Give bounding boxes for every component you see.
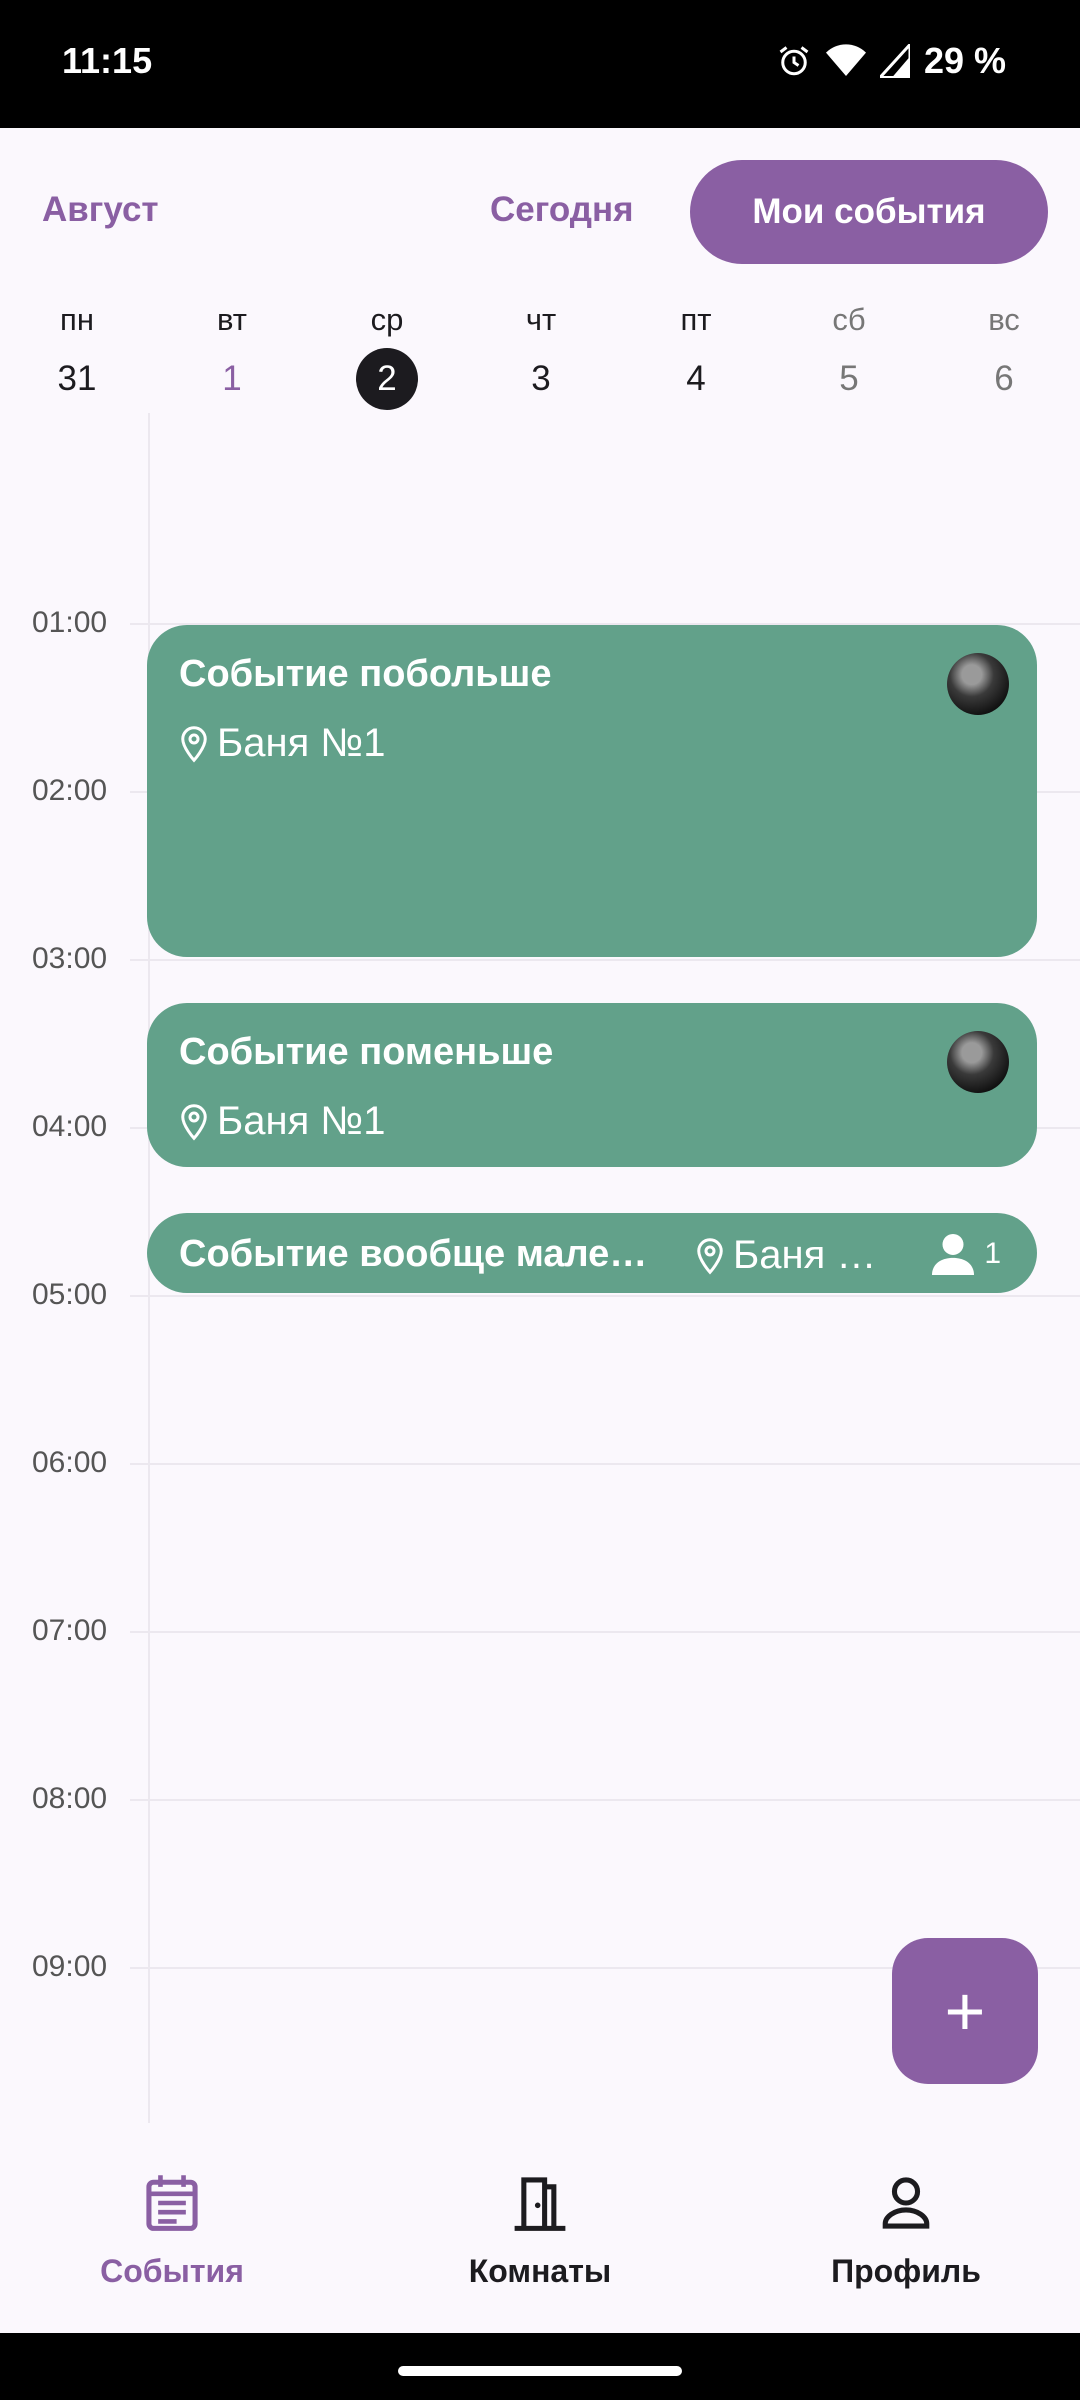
- day-cell[interactable]: вс 6: [944, 298, 1064, 410]
- nav-label: Комнаты: [468, 2253, 612, 2289]
- hour-label: 07:00: [32, 1614, 108, 1647]
- nav-label: События: [100, 2253, 244, 2289]
- day-number: 6: [994, 359, 1014, 398]
- event-location: Баня №1: [179, 721, 386, 766]
- home-gesture-bar[interactable]: [398, 2366, 682, 2376]
- today-button[interactable]: Сегодня: [490, 190, 634, 230]
- event-card[interactable]: Событие вообще мале… Баня … 1: [147, 1213, 1037, 1293]
- status-icons: 29 %: [776, 40, 1006, 82]
- calendar-icon: [146, 2175, 198, 2231]
- day-cell[interactable]: пт 4: [636, 298, 756, 410]
- day-cell-selected[interactable]: ср 2: [327, 298, 447, 410]
- event-location-text: Баня №1: [217, 1099, 386, 1143]
- day-cell[interactable]: чт 3: [481, 298, 601, 410]
- day-cell[interactable]: вт 1: [172, 298, 292, 410]
- location-pin-icon: [697, 1237, 723, 1274]
- day-timeline[interactable]: 01:00 02:00 03:00 04:00 05:00 06:00 07:0…: [0, 413, 1080, 2123]
- event-location: Баня …: [695, 1233, 876, 1278]
- day-name: ср: [370, 302, 404, 337]
- event-title: Событие побольше: [179, 653, 552, 695]
- hour-line: [130, 1295, 1080, 1297]
- nav-item-events[interactable]: События: [22, 2173, 322, 2290]
- status-time: 11:15: [62, 40, 153, 81]
- day-name: пн: [60, 302, 94, 337]
- day-name: сб: [832, 302, 866, 337]
- week-strip: пн 31 вт 1 ср 2 чт 3 пт 4 сб 5 вс 6: [0, 298, 1080, 413]
- door-icon: [514, 2177, 566, 2231]
- event-location: Баня №1: [179, 1099, 386, 1144]
- day-name: вт: [217, 302, 247, 337]
- day-number: 4: [686, 359, 706, 398]
- avatar: [947, 1031, 1009, 1093]
- day-name: чт: [525, 302, 557, 337]
- my-events-button[interactable]: Мои события: [690, 160, 1048, 264]
- hour-label: 09:00: [32, 1950, 108, 1983]
- person-icon: [932, 1233, 975, 1275]
- day-number: 31: [57, 359, 97, 398]
- event-title: Событие поменьше: [179, 1031, 554, 1073]
- alarm-icon: [776, 43, 812, 79]
- bottom-navigation: События Комнаты Профиль: [0, 2123, 1080, 2333]
- hour-line: [130, 1463, 1080, 1465]
- event-title: Событие вообще мале…: [179, 1233, 648, 1275]
- wifi-icon: [825, 44, 866, 78]
- battery-text: 29 %: [923, 40, 1006, 81]
- day-cell[interactable]: пн 31: [17, 298, 137, 410]
- month-label[interactable]: Август: [42, 190, 159, 230]
- add-event-button[interactable]: +: [892, 1938, 1038, 2084]
- status-bar: 11:15 29 %: [0, 0, 1080, 128]
- hour-label: 03:00: [32, 942, 108, 975]
- nav-item-rooms[interactable]: Комнаты: [390, 2173, 690, 2290]
- hour-label: 04:00: [32, 1110, 108, 1143]
- hour-label: 08:00: [32, 1782, 108, 1815]
- hour-line: [130, 1799, 1080, 1801]
- participants-count: 1: [984, 1237, 1001, 1270]
- hour-line: [130, 959, 1080, 961]
- hour-line: [130, 1631, 1080, 1633]
- day-number: 5: [839, 359, 859, 398]
- participants: 1: [930, 1233, 1001, 1275]
- person-icon: [882, 2177, 930, 2229]
- avatar: [947, 653, 1009, 715]
- nav-label: Профиль: [831, 2253, 981, 2289]
- event-card[interactable]: Событие побольше Баня №1: [147, 625, 1037, 957]
- location-pin-icon: [181, 725, 207, 762]
- day-name: вс: [988, 302, 1020, 337]
- hour-label: 05:00: [32, 1278, 108, 1311]
- hour-label: 02:00: [32, 774, 108, 807]
- hour-label: 06:00: [32, 1446, 108, 1479]
- hour-label: 01:00: [32, 606, 108, 639]
- location-pin-icon: [181, 1103, 207, 1140]
- day-cell[interactable]: сб 5: [789, 298, 909, 410]
- event-card[interactable]: Событие поменьше Баня №1: [147, 1003, 1037, 1167]
- event-location-text: Баня №1: [217, 721, 386, 765]
- day-number: 3: [531, 359, 551, 398]
- nav-item-profile[interactable]: Профиль: [756, 2173, 1056, 2290]
- day-number: 1: [222, 359, 242, 398]
- event-location-text: Баня …: [733, 1233, 877, 1277]
- signal-icon: [879, 44, 910, 78]
- day-number: 2: [356, 348, 418, 410]
- calendar-header: Август Сегодня Мои события: [0, 128, 1080, 298]
- day-name: пт: [680, 302, 712, 337]
